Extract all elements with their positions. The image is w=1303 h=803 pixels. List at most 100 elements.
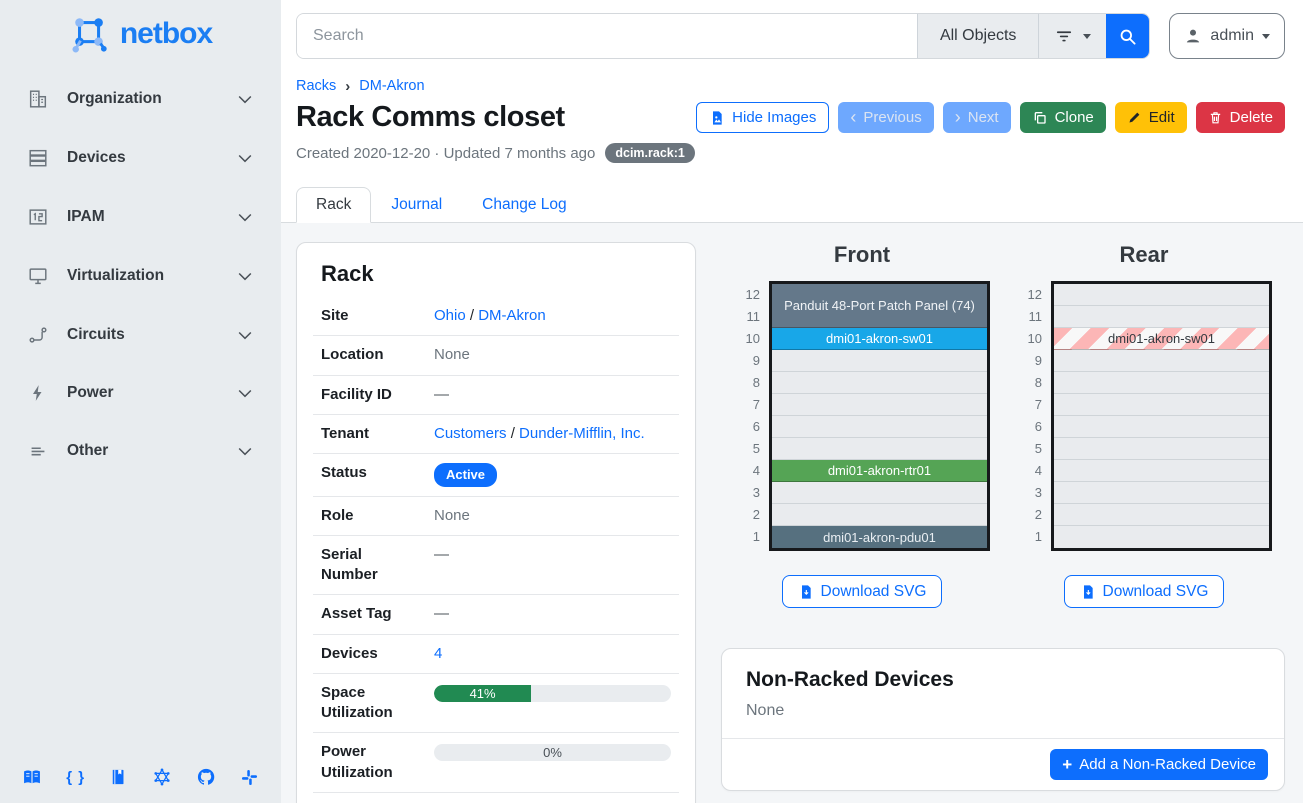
front-elevation: Front 121110987654321 Panduit 48-Port Pa… [721, 242, 1003, 608]
chevron-left-icon: ‹ [850, 108, 856, 126]
sidebar-item-other[interactable]: Other [12, 430, 269, 472]
delete-button[interactable]: Delete [1196, 102, 1285, 133]
non-racked-body: None [722, 696, 1284, 738]
slack-icon[interactable] [240, 768, 259, 787]
netbox-logo-text: netbox [120, 17, 212, 51]
sidebar-item-devices[interactable]: Devices [12, 137, 269, 179]
info-row-facility: Facility ID — [313, 376, 679, 415]
pencil-icon [1127, 110, 1142, 125]
info-row-tenant: Tenant Customers / Dunder-Mifflin, Inc. [313, 415, 679, 454]
object-type-selector[interactable]: All Objects [917, 14, 1038, 58]
sidebar-item-power[interactable]: Power [12, 373, 269, 413]
chevron-down-icon [235, 148, 255, 168]
file-download-icon [798, 584, 814, 600]
unit-number: 4 [1016, 460, 1042, 482]
hide-images-button[interactable]: Hide Images [696, 102, 829, 133]
info-row-space-utilization: Space Utilization 41% [313, 674, 679, 734]
netbox-logo-icon [69, 14, 111, 54]
rack-unit-empty [1054, 284, 1269, 306]
tab-change-log[interactable]: Change Log [462, 187, 586, 223]
rack-unit-device[interactable]: dmi01-akron-sw01 [1054, 328, 1269, 350]
sidebar-item-ipam[interactable]: IPAM [12, 196, 269, 238]
add-non-racked-device-button[interactable]: + Add a Non-Racked Device [1050, 749, 1268, 780]
front-unit-numbers: 121110987654321 [734, 281, 760, 548]
tab-rack[interactable]: Rack [296, 187, 371, 223]
ipam-icon [26, 206, 50, 228]
trash-icon [1208, 110, 1223, 125]
clone-button[interactable]: Clone [1020, 102, 1106, 133]
role-value: None [414, 506, 671, 526]
info-row-asset: Asset Tag — [313, 595, 679, 634]
unit-number: 9 [1016, 350, 1042, 372]
rack-unit-device[interactable]: Panduit 48-Port Patch Panel (74) [772, 284, 987, 328]
edit-label: Edit [1149, 109, 1175, 126]
graphql-icon[interactable] [152, 767, 172, 787]
unit-number: 4 [734, 460, 760, 482]
rack-unit-empty [1054, 460, 1269, 482]
front-rack-diagram: Panduit 48-Port Patch Panel (74)dmi01-ak… [769, 281, 990, 551]
location-value: None [414, 345, 671, 365]
search-button[interactable] [1106, 14, 1149, 58]
unit-number: 9 [734, 350, 760, 372]
rack-unit-empty [1054, 526, 1269, 548]
unit-number: 5 [1016, 438, 1042, 460]
unit-number: 11 [1016, 306, 1042, 328]
asset-value: — [414, 604, 671, 624]
unit-number: 10 [734, 328, 760, 350]
unit-number: 7 [734, 394, 760, 416]
tab-bar: Rack Journal Change Log [281, 187, 1303, 223]
netbox-logo[interactable]: netbox [0, 0, 281, 60]
page-header: Racks › DM-Akron Rack Comms closet Hide … [281, 72, 1303, 163]
unit-number: 2 [1016, 504, 1042, 526]
server-icon [26, 147, 50, 169]
transit-icon [26, 324, 50, 346]
breadcrumb: Racks › DM-Akron [296, 78, 1285, 94]
journal-icon[interactable] [109, 768, 127, 786]
search-input[interactable] [297, 14, 917, 58]
unit-number: 2 [734, 504, 760, 526]
hide-images-label: Hide Images [732, 109, 816, 126]
sidebar-item-circuits[interactable]: Circuits [12, 314, 269, 356]
power-utilization-bar: 0% [434, 744, 671, 761]
github-icon[interactable] [196, 767, 216, 787]
api-braces-icon[interactable]: { } [66, 769, 85, 786]
unit-number: 8 [734, 372, 760, 394]
unit-number: 11 [734, 306, 760, 328]
site-region-link[interactable]: Ohio [434, 307, 466, 324]
edit-button[interactable]: Edit [1115, 102, 1187, 133]
filter-dropdown-button[interactable] [1038, 14, 1106, 58]
user-menu-button[interactable]: admin [1169, 13, 1285, 59]
rack-unit-device[interactable]: dmi01-akron-pdu01 [772, 526, 987, 548]
rack-unit-device[interactable]: dmi01-akron-sw01 [772, 328, 987, 350]
site-link[interactable]: DM-Akron [478, 307, 546, 324]
rear-unit-numbers: 121110987654321 [1016, 281, 1042, 548]
chevron-right-icon: › [955, 108, 961, 126]
sidebar-item-virtualization[interactable]: Virtualization [12, 255, 269, 297]
previous-button[interactable]: ‹ Previous [838, 102, 933, 133]
info-row-site: Site Ohio / DM-Akron [313, 297, 679, 336]
docs-book-icon[interactable] [22, 767, 42, 787]
breadcrumb-link-site[interactable]: DM-Akron [359, 78, 424, 94]
devices-count-link[interactable]: 4 [434, 645, 442, 662]
object-id-badge: dcim.rack:1 [605, 143, 694, 163]
bolt-icon [26, 383, 50, 403]
info-row-serial: Serial Number — [313, 536, 679, 596]
add-non-racked-device-label: Add a Non-Racked Device [1079, 756, 1256, 773]
next-button[interactable]: › Next [943, 102, 1011, 133]
space-utilization-bar: 41% [434, 685, 671, 702]
rack-unit-device[interactable]: dmi01-akron-rtr01 [772, 460, 987, 482]
front-elevation-title: Front [834, 242, 890, 268]
rear-download-svg-button[interactable]: Download SVG [1064, 575, 1225, 608]
sidebar-item-organization[interactable]: Organization [12, 78, 269, 120]
delete-label: Delete [1230, 109, 1273, 126]
unit-number: 12 [734, 284, 760, 306]
breadcrumb-link-racks[interactable]: Racks [296, 78, 336, 94]
tenant-group-link[interactable]: Customers [434, 425, 507, 442]
front-download-svg-button[interactable]: Download SVG [782, 575, 943, 608]
sidebar-item-label: Other [67, 442, 108, 460]
tab-journal[interactable]: Journal [371, 187, 462, 223]
created-updated-text: Created 2020-12-20 · Updated 7 months ag… [296, 145, 595, 162]
copy-icon [1032, 110, 1048, 126]
filter-icon [1054, 26, 1074, 46]
tenant-link[interactable]: Dunder-Mifflin, Inc. [519, 425, 645, 442]
